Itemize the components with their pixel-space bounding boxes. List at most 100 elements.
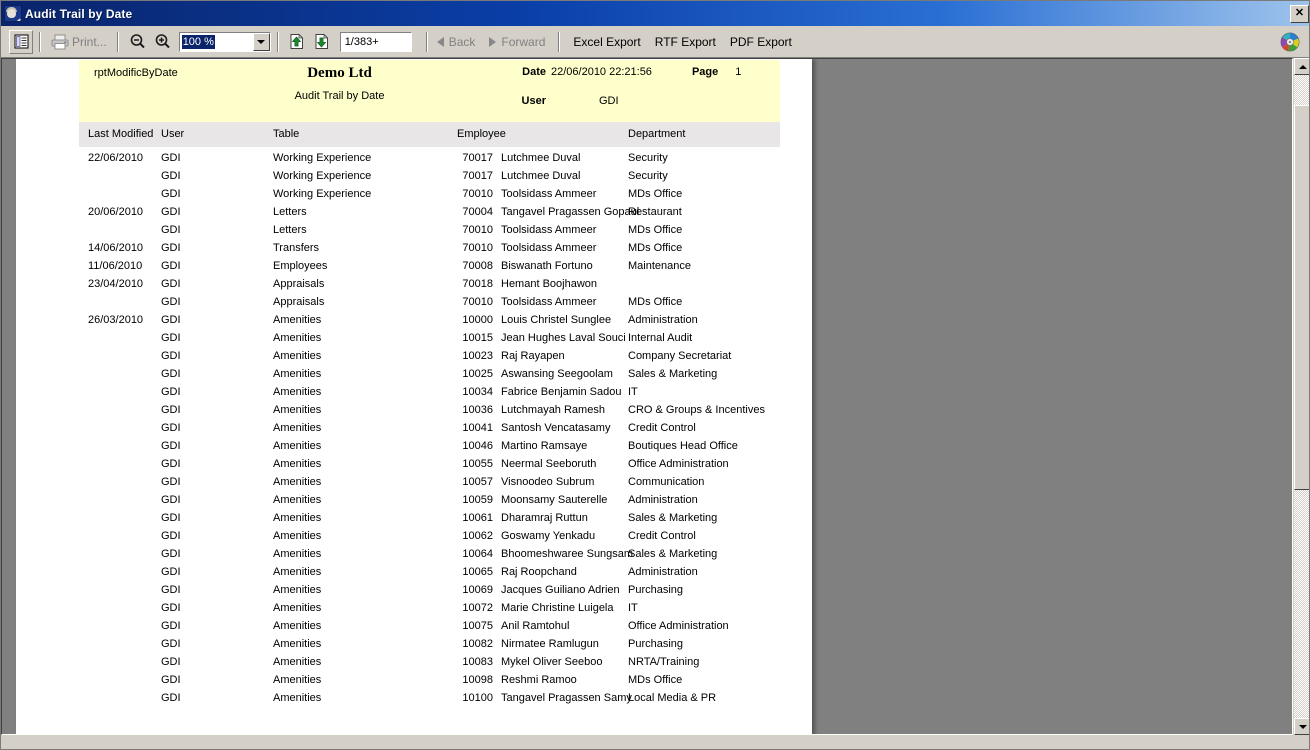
cell-emp-id: 70008: [457, 260, 493, 272]
cell-emp-name: Santosh Vencatasamy: [501, 422, 610, 434]
cell-emp-name: Toolsidass Ammeer: [501, 224, 596, 236]
previous-page-button[interactable]: [285, 30, 310, 54]
table-row: GDIAmenities10065Raj RoopchandAdministra…: [79, 566, 780, 584]
cell-dept: Boutiques Head Office: [628, 440, 738, 452]
report-user-label: User: [512, 95, 546, 107]
cell-emp-name: Nirmatee Ramlugun: [501, 638, 599, 650]
forward-label: Forward: [501, 35, 545, 49]
table-row: GDIAmenities10072Marie Christine Luigela…: [79, 602, 780, 620]
column-header-employee: Employee: [457, 128, 506, 140]
cell-table: Appraisals: [273, 278, 324, 290]
cell-dept: Credit Control: [628, 422, 696, 434]
cell-dept: Office Administration: [628, 458, 729, 470]
cell-dept: Sales & Marketing: [628, 512, 717, 524]
back-button[interactable]: Back: [434, 30, 479, 54]
cell-dept: IT: [628, 386, 638, 398]
print-button[interactable]: Print...: [47, 30, 111, 54]
pdf-export-button[interactable]: PDF Export: [723, 33, 799, 51]
zoom-dropdown-button[interactable]: [253, 33, 270, 51]
forward-button[interactable]: Forward: [486, 30, 548, 54]
cell-emp-name: Martino Ramsaye: [501, 440, 587, 452]
cell-emp-name: Biswanath Fortuno: [501, 260, 593, 272]
zoom-level-value[interactable]: 100 %: [180, 33, 253, 51]
cell-emp-id: 10100: [457, 692, 493, 704]
cell-table: Amenities: [273, 638, 321, 650]
cell-dept: Purchasing: [628, 584, 683, 596]
report-page-label: Page: [692, 66, 718, 78]
table-row: GDIAmenities10100Tangavel Pragassen Samy…: [79, 692, 780, 710]
cell-dept: Office Administration: [628, 620, 729, 632]
cell-emp-name: Moonsamy Sauterelle: [501, 494, 607, 506]
report-header-band: rptModificByDate Demo Ltd Audit Trail by…: [79, 60, 780, 122]
cell-emp-id: 10072: [457, 602, 493, 614]
cell-emp-id: 10062: [457, 530, 493, 542]
cell-emp-id: 10034: [457, 386, 493, 398]
excel-export-button[interactable]: Excel Export: [566, 33, 647, 51]
cell-emp-name: Jean Hughes Laval Souci: [501, 332, 626, 344]
cell-emp-id: 70004: [457, 206, 493, 218]
window-titlebar: Audit Trail by Date ✕: [1, 1, 1310, 26]
cell-user: GDI: [161, 332, 181, 344]
viewer-client-area: rptModificByDate Demo Ltd Audit Trail by…: [1, 58, 1310, 750]
cell-emp-name: Lutchmee Duval: [501, 152, 581, 164]
rtf-export-button[interactable]: RTF Export: [648, 33, 723, 51]
cell-emp-name: Visnoodeo Subrum: [501, 476, 594, 488]
next-page-button[interactable]: [310, 30, 335, 54]
table-row: GDIAmenities10055Neermal SeeboruthOffice…: [79, 458, 780, 476]
cell-dept: Communication: [628, 476, 704, 488]
cell-user: GDI: [161, 386, 181, 398]
cell-emp-name: Anil Ramtohul: [501, 620, 569, 632]
table-row: GDIWorking Experience70010Toolsidass Amm…: [79, 188, 780, 206]
cell-dept: NRTA/Training: [628, 656, 699, 668]
cell-user: GDI: [161, 296, 181, 308]
scroll-up-button[interactable]: [1294, 58, 1310, 75]
cell-emp-name: Hemant Boojhawon: [501, 278, 597, 290]
cell-emp-name: Toolsidass Ammeer: [501, 242, 596, 254]
close-button[interactable]: ✕: [1290, 5, 1309, 23]
cell-user: GDI: [161, 494, 181, 506]
table-of-contents-button[interactable]: [9, 30, 33, 54]
report-page: rptModificByDate Demo Ltd Audit Trail by…: [16, 59, 812, 735]
cell-emp-name: Goswamy Yenkadu: [501, 530, 595, 542]
chevron-down-icon: [257, 40, 265, 44]
cell-emp-id: 10065: [457, 566, 493, 578]
cell-table: Working Experience: [273, 152, 371, 164]
cell-dept: MDs Office: [628, 674, 682, 686]
cell-user: GDI: [161, 548, 181, 560]
cell-table: Amenities: [273, 332, 321, 344]
cell-date: 26/03/2010: [88, 314, 143, 326]
report-date-label: Date: [512, 66, 546, 78]
cell-table: Amenities: [273, 548, 321, 560]
table-row: GDIAmenities10025Aswansing SeegoolamSale…: [79, 368, 780, 386]
scroll-down-button[interactable]: [1294, 718, 1310, 735]
viewer-toolbar: Print... 100 %: [1, 26, 1310, 58]
cell-user: GDI: [161, 404, 181, 416]
cell-user: GDI: [161, 638, 181, 650]
cell-dept: Internal Audit: [628, 332, 692, 344]
cell-table: Amenities: [273, 350, 321, 362]
zoom-level-combobox[interactable]: 100 %: [179, 32, 271, 52]
cell-dept: Restaurant: [628, 206, 682, 218]
cell-user: GDI: [161, 368, 181, 380]
cell-emp-id: 10025: [457, 368, 493, 380]
cell-table: Amenities: [273, 530, 321, 542]
vertical-scrollbar[interactable]: [1294, 58, 1310, 735]
report-user-value: GDI: [599, 95, 619, 107]
vertical-scrollbar-thumb[interactable]: [1294, 105, 1310, 490]
document-viewport: rptModificByDate Demo Ltd Audit Trail by…: [1, 58, 1293, 735]
cell-emp-name: Raj Roopchand: [501, 566, 577, 578]
page-number-field[interactable]: 1/383+: [340, 32, 412, 52]
zoom-out-button[interactable]: [125, 30, 150, 54]
cell-user: GDI: [161, 620, 181, 632]
cell-table: Amenities: [273, 620, 321, 632]
cell-user: GDI: [161, 512, 181, 524]
zoom-in-button[interactable]: [150, 30, 175, 54]
zoom-out-icon: [129, 33, 146, 50]
cell-emp-name: Tangavel Pragassen Samy: [501, 692, 632, 704]
about-button[interactable]: [1278, 30, 1302, 54]
cell-emp-id: 70017: [457, 170, 493, 182]
cell-table: Appraisals: [273, 296, 324, 308]
cell-emp-id: 10057: [457, 476, 493, 488]
cell-emp-id: 10064: [457, 548, 493, 560]
cell-emp-name: Lutchmee Duval: [501, 170, 581, 182]
